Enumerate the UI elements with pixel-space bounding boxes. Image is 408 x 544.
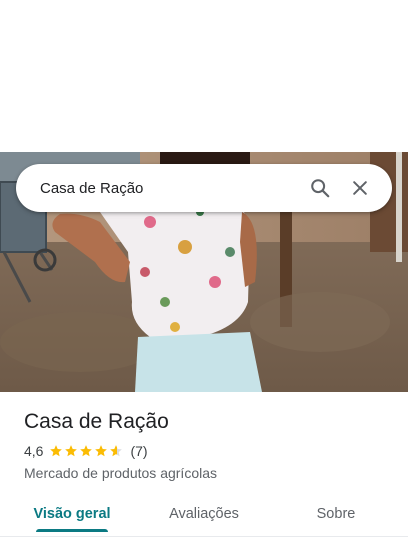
star-icon xyxy=(80,445,93,457)
search-input[interactable]: Casa de Ração xyxy=(40,180,300,197)
tab-reviews-label: Avaliações xyxy=(169,506,239,522)
rating-stars xyxy=(49,444,124,458)
tab-overview[interactable]: Visão geral xyxy=(0,496,144,536)
active-tab-indicator xyxy=(36,529,108,532)
tab-about[interactable]: Sobre xyxy=(264,496,408,536)
place-tabs: Visão geral Avaliações Sobre xyxy=(0,496,408,536)
star-icon xyxy=(95,445,108,457)
star-icon xyxy=(110,445,123,457)
tab-overview-label: Visão geral xyxy=(33,506,111,522)
place-info: Casa de Ração 4,6 (7) Mercado de produto… xyxy=(24,408,394,482)
rating-row[interactable]: 4,6 (7) xyxy=(24,442,394,460)
place-title: Casa de Ração xyxy=(24,410,169,433)
map-blank-area xyxy=(0,0,408,152)
tab-about-label: Sobre xyxy=(316,506,356,522)
search-button[interactable] xyxy=(300,168,340,208)
close-icon xyxy=(353,181,367,195)
tabs-divider xyxy=(0,536,408,537)
search-icon xyxy=(311,179,330,198)
star-icon xyxy=(50,445,63,457)
review-count[interactable]: (7) xyxy=(130,443,147,459)
star-icon xyxy=(65,445,78,457)
tab-reviews[interactable]: Avaliações xyxy=(144,496,264,536)
clear-search-button[interactable] xyxy=(340,168,380,208)
search-bar[interactable]: Casa de Ração xyxy=(16,164,392,212)
place-category[interactable]: Mercado de produtos agrícolas xyxy=(24,464,394,482)
rating-value: 4,6 xyxy=(24,443,44,459)
